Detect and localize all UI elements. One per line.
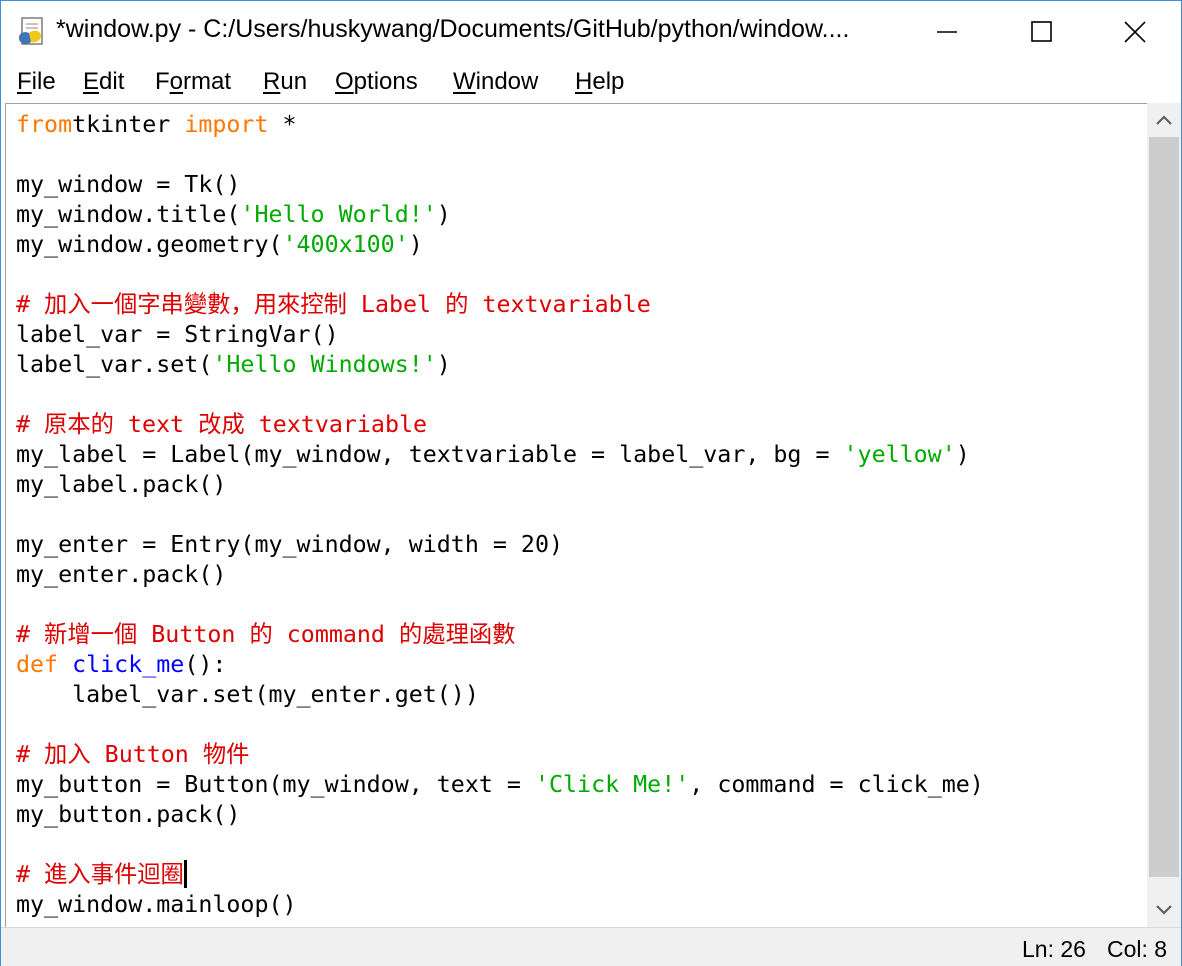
text-cursor	[183, 859, 187, 888]
code-token-cmt: # 加入一個字串變數，用來控制 Label 的 textvariable	[16, 291, 651, 318]
window-title: *window.py - C:/Users/huskywang/Document…	[56, 15, 850, 43]
menu-run[interactable]: Run	[263, 68, 307, 96]
code-line[interactable]: label_var = StringVar()	[16, 320, 339, 350]
menu-edit[interactable]: Edit	[83, 68, 124, 96]
menu-window[interactable]: Window	[453, 68, 538, 96]
code-token-cmt: # 新增一個 Button 的 command 的處理函數	[16, 621, 516, 648]
code-line[interactable]: label_var.set('Hello Windows!')	[16, 350, 451, 380]
code-token-def: click_me	[72, 651, 185, 678]
code-line[interactable]: my_window.title('Hello World!')	[16, 200, 451, 230]
code-line[interactable]: my_window.geometry('400x100')	[16, 230, 423, 260]
code-line[interactable]: # 加入一個字串變數，用來控制 Label 的 textvariable	[16, 290, 651, 320]
status-bar: Ln: 26 Col: 8	[1, 927, 1181, 966]
code-token: my_label = Label(my_window, textvariable…	[16, 441, 844, 468]
code-token: label_var.set(	[16, 351, 213, 378]
menu-help[interactable]: Help	[575, 68, 624, 96]
code-token: my_window.mainloop()	[16, 891, 297, 918]
code-token-str: 'Hello Windows!'	[212, 351, 437, 378]
chevron-up-icon	[1156, 115, 1172, 125]
code-token: label_var.set(my_enter.get())	[16, 681, 479, 708]
code-line[interactable]: def click_me():	[16, 650, 226, 680]
code-line[interactable]: my_window.mainloop()	[16, 890, 297, 920]
python-idle-icon	[17, 16, 49, 48]
maximize-icon	[1031, 21, 1052, 42]
code-line[interactable]: my_window = Tk()	[16, 170, 240, 200]
chevron-down-icon	[1156, 905, 1172, 915]
code-token-str: 'yellow'	[843, 441, 956, 468]
code-token-cmt: # 加入 Button 物件	[16, 741, 250, 768]
maximize-button[interactable]	[995, 1, 1087, 63]
close-button[interactable]	[1089, 1, 1181, 63]
code-token: my_window.geometry(	[16, 231, 283, 258]
code-token: my_window = Tk()	[16, 171, 241, 198]
code-token: my_enter = Entry(my_window, width = 20)	[16, 531, 564, 558]
code-token: my_enter.pack()	[16, 561, 227, 588]
code-token: my_window.title(	[16, 201, 241, 228]
scroll-up-button[interactable]	[1147, 103, 1181, 137]
minimize-button[interactable]	[901, 1, 993, 63]
code-token: ():	[184, 651, 227, 678]
code-token-kw: def	[16, 651, 59, 678]
code-token: *	[268, 111, 297, 138]
code-token: )	[955, 441, 970, 468]
menu-options[interactable]: Options	[335, 68, 418, 96]
code-line[interactable]: my_button.pack()	[16, 800, 240, 830]
code-line[interactable]: label_var.set(my_enter.get())	[16, 680, 479, 710]
code-token-kw: from	[16, 111, 73, 138]
menu-file[interactable]: File	[17, 68, 56, 96]
code-token: my_button.pack()	[16, 801, 241, 828]
title-bar[interactable]: *window.py - C:/Users/huskywang/Document…	[1, 1, 1181, 63]
code-line[interactable]: my_button = Button(my_window, text = 'Cl…	[16, 770, 984, 800]
code-token-kw: import	[184, 111, 269, 138]
code-token: label_var = StringVar()	[16, 321, 339, 348]
code-token-cmt: # 進入事件迴圈	[16, 861, 184, 888]
menu-format[interactable]: Format	[155, 68, 231, 96]
menu-bar: File Edit Format Run Options Window Help	[1, 63, 1181, 103]
minimize-icon	[937, 31, 957, 33]
code-token: tkinter	[72, 111, 185, 138]
code-editor[interactable]: fromtkinter import * my_window = Tk() my_w…	[5, 103, 1147, 928]
line-number: Ln: 26	[1022, 936, 1086, 962]
code-token: )	[436, 351, 451, 378]
code-token: my_button = Button(my_window, text =	[16, 771, 535, 798]
code-line[interactable]: my_label = Label(my_window, textvariable…	[16, 440, 970, 470]
code-line[interactable]: my_enter.pack()	[16, 560, 226, 590]
code-line[interactable]: # 加入 Button 物件	[16, 740, 249, 770]
scroll-thumb[interactable]	[1149, 137, 1179, 877]
code-token-cmt: # 原本的 text 改成 textvariable	[16, 411, 428, 438]
vertical-scrollbar[interactable]	[1147, 103, 1181, 927]
code-line[interactable]: my_label.pack()	[16, 470, 226, 500]
code-token-str: 'Hello World!'	[240, 201, 437, 228]
close-icon	[1124, 21, 1146, 43]
code-line[interactable]: fromtkinter import *	[16, 110, 297, 140]
code-line[interactable]: # 進入事件迴圈	[16, 859, 187, 890]
code-token-str: '400x100'	[282, 231, 409, 258]
code-line[interactable]: # 原本的 text 改成 textvariable	[16, 410, 427, 440]
idle-editor-window: *window.py - C:/Users/huskywang/Document…	[0, 0, 1182, 966]
code-token: )	[436, 201, 451, 228]
code-token: )	[408, 231, 423, 258]
code-line[interactable]: # 新增一個 Button 的 command 的處理函數	[16, 620, 515, 650]
code-line[interactable]: my_enter = Entry(my_window, width = 20)	[16, 530, 563, 560]
code-token: my_label.pack()	[16, 471, 227, 498]
column-number: Col: 8	[1107, 936, 1168, 962]
scroll-down-button[interactable]	[1147, 893, 1181, 927]
code-token-str: 'Click Me!'	[534, 771, 690, 798]
code-token: , command = click_me)	[689, 771, 984, 798]
